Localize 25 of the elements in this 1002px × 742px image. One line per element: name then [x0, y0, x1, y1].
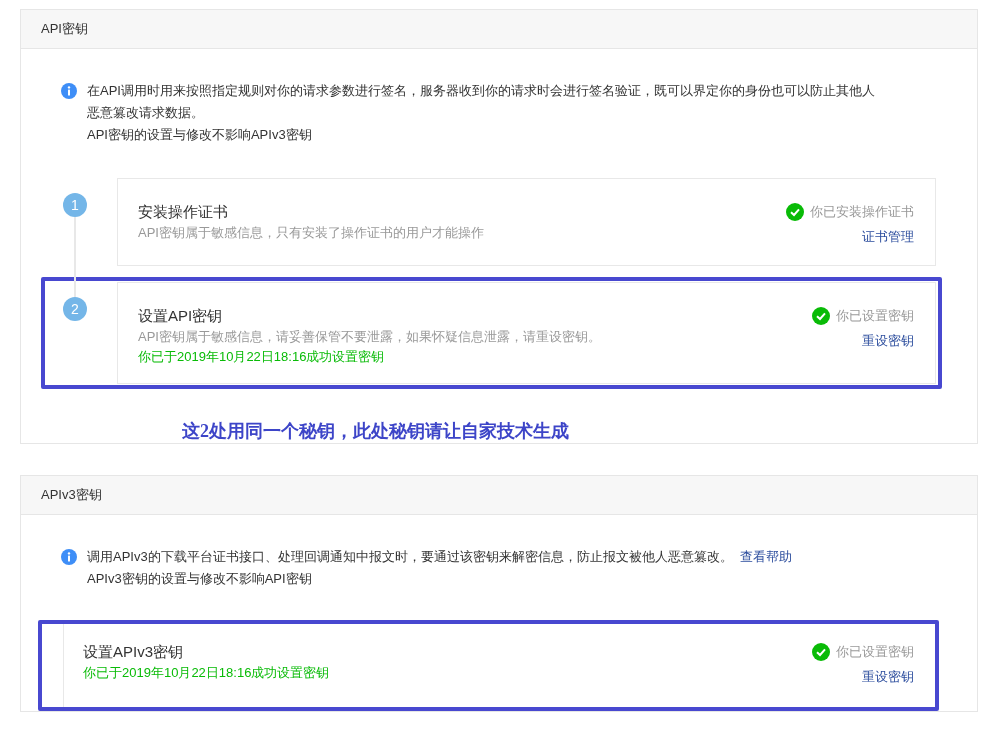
link[interactable]: 重设密钥: [862, 330, 914, 352]
panel-title: API密钥: [21, 10, 977, 49]
info-text: 调用APIv3的下载平台证书接口、处理回调通知中报文时，要通过该密钥来解密信息，防止报文被他人恶意篡改。 查看帮助: [87, 548, 794, 566]
info-text: 在API调用时用来按照指定规则对你的请求参数进行签名，服务器收到你的请求时会进行签名验证，既可以界定你的身份也可以防止其他人恶意篡改请求数据。: [87, 82, 876, 122]
card-title: 安装操作证书: [138, 202, 229, 222]
success-text: 你已于2019年10月22日18:16成功设置密钥: [138, 348, 386, 366]
step-number: 2: [63, 297, 87, 321]
card-title: 设置APIv3密钥: [83, 642, 185, 662]
status-text: 你已设置密钥: [836, 643, 914, 661]
help-link[interactable]: 查看帮助: [740, 549, 793, 564]
description-text: API密钥属于敏感信息，请妥善保管不要泄露，如果怀疑信息泄露，请重设密钥。: [138, 328, 601, 346]
success-text: 你已于2019年10月22日18:16成功设置密钥: [83, 664, 330, 682]
link[interactable]: 证书管理: [862, 226, 914, 248]
info-text: APIv3密钥的设置与修改不影响API密钥: [87, 570, 313, 588]
status-text: 你已设置密钥: [836, 307, 914, 325]
info-text: API密钥的设置与修改不影响APIv3密钥: [87, 126, 313, 144]
step-number: 1: [63, 193, 87, 217]
info-icon: [61, 83, 77, 99]
status-text: 你已安装操作证书: [810, 203, 914, 221]
description-text: API密钥属于敏感信息，只有安装了操作证书的用户才能操作: [138, 224, 484, 242]
panel-title: APIv3密钥: [21, 476, 977, 515]
link[interactable]: 重设密钥: [862, 666, 914, 688]
card-title: 设置API密钥: [138, 306, 224, 326]
annotation-text: 这2处用同一个秘钥，此处秘钥请让自家技术生成: [182, 420, 570, 443]
info-icon: [61, 549, 77, 565]
